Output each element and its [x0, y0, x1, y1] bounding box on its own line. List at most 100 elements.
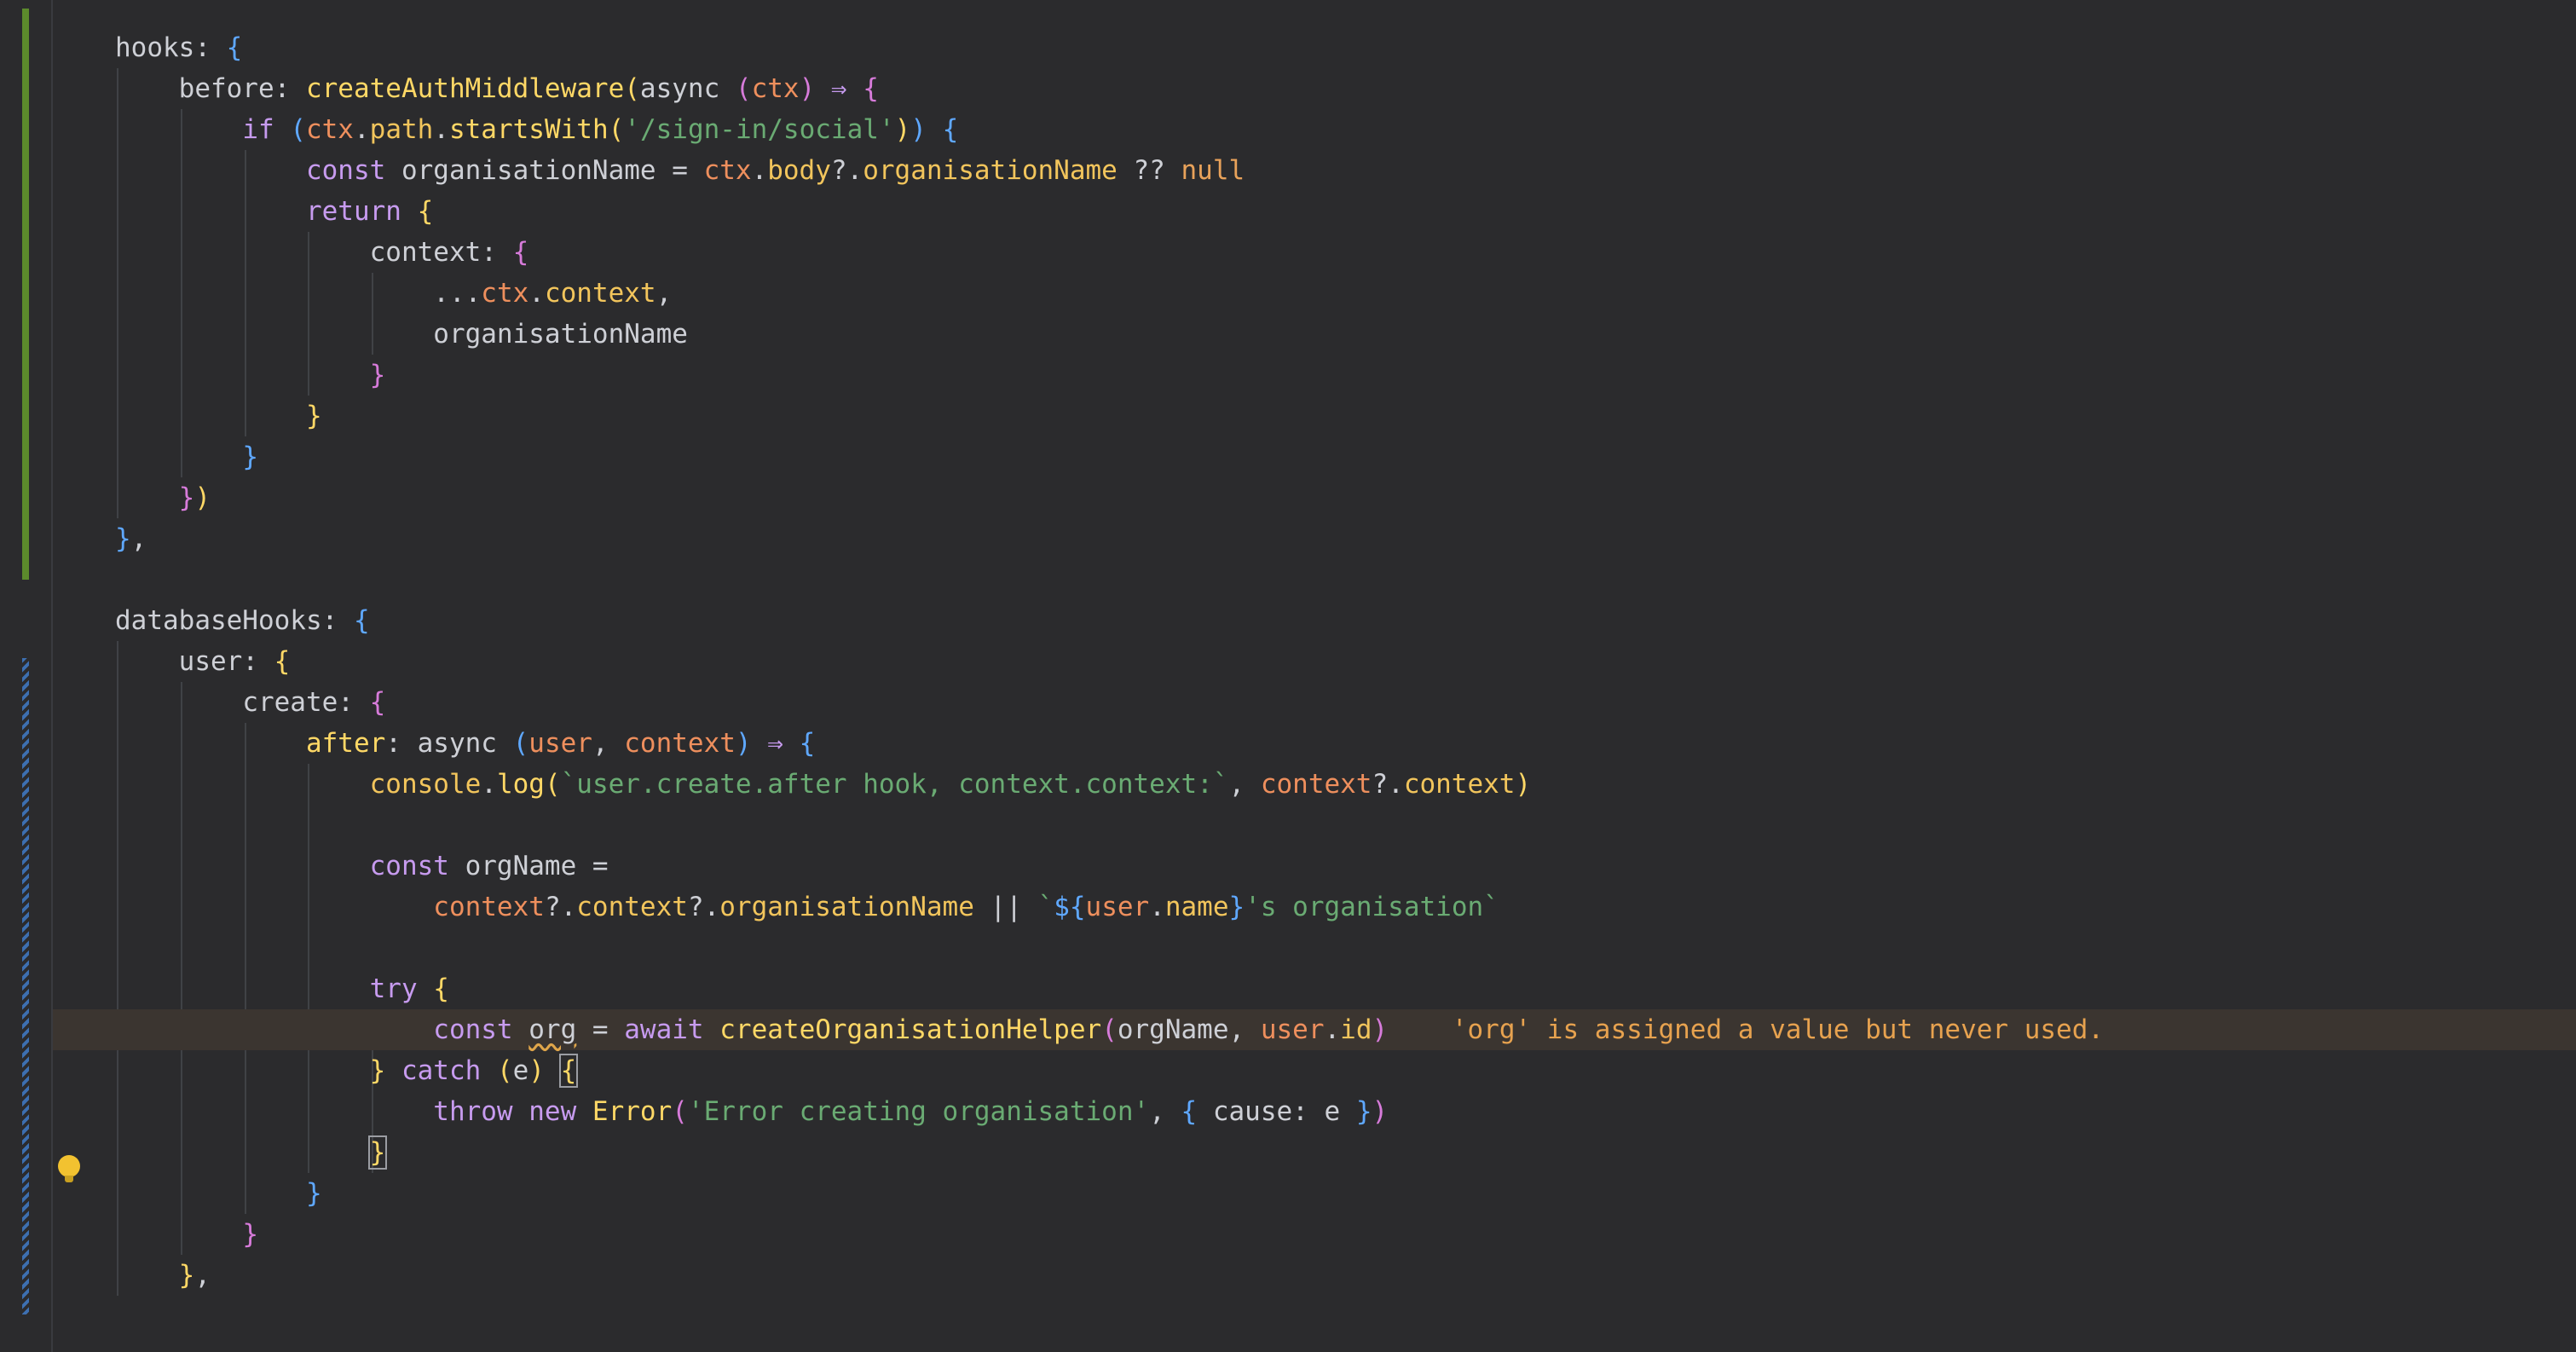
- code-token: (: [544, 769, 561, 800]
- code-token: context: [369, 237, 482, 268]
- code-token: async: [639, 73, 736, 104]
- code-line[interactable]: context?.context?.organisationName || `$…: [0, 887, 2576, 927]
- code-line[interactable]: if (ctx.path.startsWith('/sign-in/social…: [0, 109, 2576, 150]
- code-token: id: [1340, 1014, 1372, 1045]
- code-token: {: [863, 73, 879, 104]
- code-line[interactable]: },: [0, 518, 2576, 559]
- code-line[interactable]: ...ctx.context,: [0, 273, 2576, 314]
- code-line[interactable]: const organisationName = ctx.body?.organ…: [0, 150, 2576, 191]
- inline-warning[interactable]: 'org' is assigned a value but never used…: [1452, 1014, 2104, 1045]
- code-line[interactable]: after: async (user, context) ⇒ {: [0, 723, 2576, 764]
- code-token: organisationName =: [401, 155, 704, 186]
- code-token: =: [576, 1014, 625, 1045]
- code-line[interactable]: }: [0, 436, 2576, 477]
- code-token: ): [799, 73, 816, 104]
- code-token: :: [338, 687, 370, 718]
- code-token: `: [1037, 892, 1054, 922]
- code-line[interactable]: },: [0, 1255, 2576, 1296]
- code-token: ): [1515, 769, 1532, 800]
- code-token: ,: [656, 278, 673, 309]
- code-token: createOrganisationHelper: [719, 1014, 1102, 1045]
- code-line[interactable]: return {: [0, 191, 2576, 232]
- code-line[interactable]: throw new Error('Error creating organisa…: [0, 1091, 2576, 1132]
- code-token: console: [369, 769, 482, 800]
- code-token: .: [353, 114, 370, 145]
- code-token: ,: [1228, 769, 1261, 800]
- code-token: const: [305, 155, 401, 186]
- code-token: ,: [194, 1260, 211, 1291]
- code-line[interactable]: databaseHooks: {: [0, 600, 2576, 641]
- code-token: context: [544, 278, 656, 309]
- code-token: .: [1149, 892, 1165, 922]
- code-token: user: [178, 646, 243, 677]
- code-editor[interactable]: hooks: { before: createAuthMiddleware(as…: [0, 0, 2576, 1352]
- code-token: ...: [433, 278, 482, 309]
- code-token: .: [433, 114, 449, 145]
- code-token: '/sign-in/social': [624, 114, 895, 145]
- code-token: :: [242, 646, 274, 677]
- code-token: name: [1164, 892, 1229, 922]
- code-token: user: [528, 728, 592, 759]
- code-token: ctx: [305, 114, 354, 145]
- code-token: }: [305, 1178, 322, 1209]
- code-token: }: [369, 1055, 401, 1086]
- code-line[interactable]: try {: [0, 968, 2576, 1009]
- code-token: ctx: [751, 73, 800, 104]
- code-token: ): [1372, 1096, 1389, 1127]
- code-line[interactable]: [0, 559, 2576, 600]
- code-token: 'Error creating organisation': [687, 1096, 1150, 1127]
- code-line[interactable]: }: [0, 355, 2576, 396]
- code-token: {: [226, 32, 243, 63]
- code-token: ⇒: [751, 728, 800, 759]
- code-token: ): [194, 482, 211, 513]
- code-token: ⇒: [815, 73, 863, 104]
- code-token: new: [528, 1096, 592, 1127]
- code-line[interactable]: [0, 927, 2576, 968]
- code-token: ??: [1117, 155, 1181, 186]
- code-token: `user.create.after hook, context.context…: [560, 769, 1229, 800]
- code-token: {: [369, 687, 386, 718]
- code-token: body: [767, 155, 831, 186]
- code-token: }: [115, 523, 131, 554]
- code-line[interactable]: hooks: {: [0, 27, 2576, 68]
- code-token: ?.: [830, 155, 863, 186]
- code-token: ): [1372, 1014, 1389, 1045]
- code-token: await: [624, 1014, 720, 1045]
- code-token: const: [369, 851, 465, 881]
- code-line[interactable]: user: {: [0, 641, 2576, 682]
- code-token: org: [528, 1014, 577, 1045]
- code-token: log: [496, 769, 545, 800]
- code-token: 's organisation`: [1245, 892, 1499, 922]
- code-line[interactable]: organisationName: [0, 314, 2576, 355]
- code-token: return: [305, 196, 418, 227]
- code-token: ): [735, 728, 752, 759]
- code-line[interactable]: }: [0, 1214, 2576, 1255]
- code-line[interactable]: before: createAuthMiddleware(async (ctx)…: [0, 68, 2576, 109]
- code-line[interactable]: }: [0, 396, 2576, 436]
- code-token: ): [528, 1055, 545, 1086]
- code-line[interactable]: console.log(`user.create.after hook, con…: [0, 764, 2576, 805]
- code-line[interactable]: }: [0, 1173, 2576, 1214]
- code-token: ): [894, 114, 911, 145]
- code-token: ||: [973, 892, 1038, 922]
- code-line[interactable]: }): [0, 477, 2576, 518]
- code-line[interactable]: create: {: [0, 682, 2576, 723]
- code-token: }: [367, 1135, 388, 1170]
- code-line[interactable]: [0, 805, 2576, 846]
- code-line[interactable]: context: {: [0, 232, 2576, 273]
- code-token: orgName =: [465, 851, 609, 881]
- code-token: async: [417, 728, 513, 759]
- code-token: :: [194, 32, 227, 63]
- code-line[interactable]: } catch (e) {: [0, 1050, 2576, 1091]
- code-token: databaseHooks: [115, 605, 322, 636]
- code-token: .: [481, 769, 497, 800]
- code-token: :: [321, 605, 354, 636]
- current-line[interactable]: const org = await createOrganisationHelp…: [53, 1009, 2576, 1050]
- code-line[interactable]: const orgName =: [0, 846, 2576, 887]
- code-token: ?.: [687, 892, 720, 922]
- code-line[interactable]: }: [0, 1132, 2576, 1173]
- code-token: (: [735, 73, 752, 104]
- code-token: context: [624, 728, 736, 759]
- code-token: if: [242, 114, 291, 145]
- code-token: user: [1260, 1014, 1325, 1045]
